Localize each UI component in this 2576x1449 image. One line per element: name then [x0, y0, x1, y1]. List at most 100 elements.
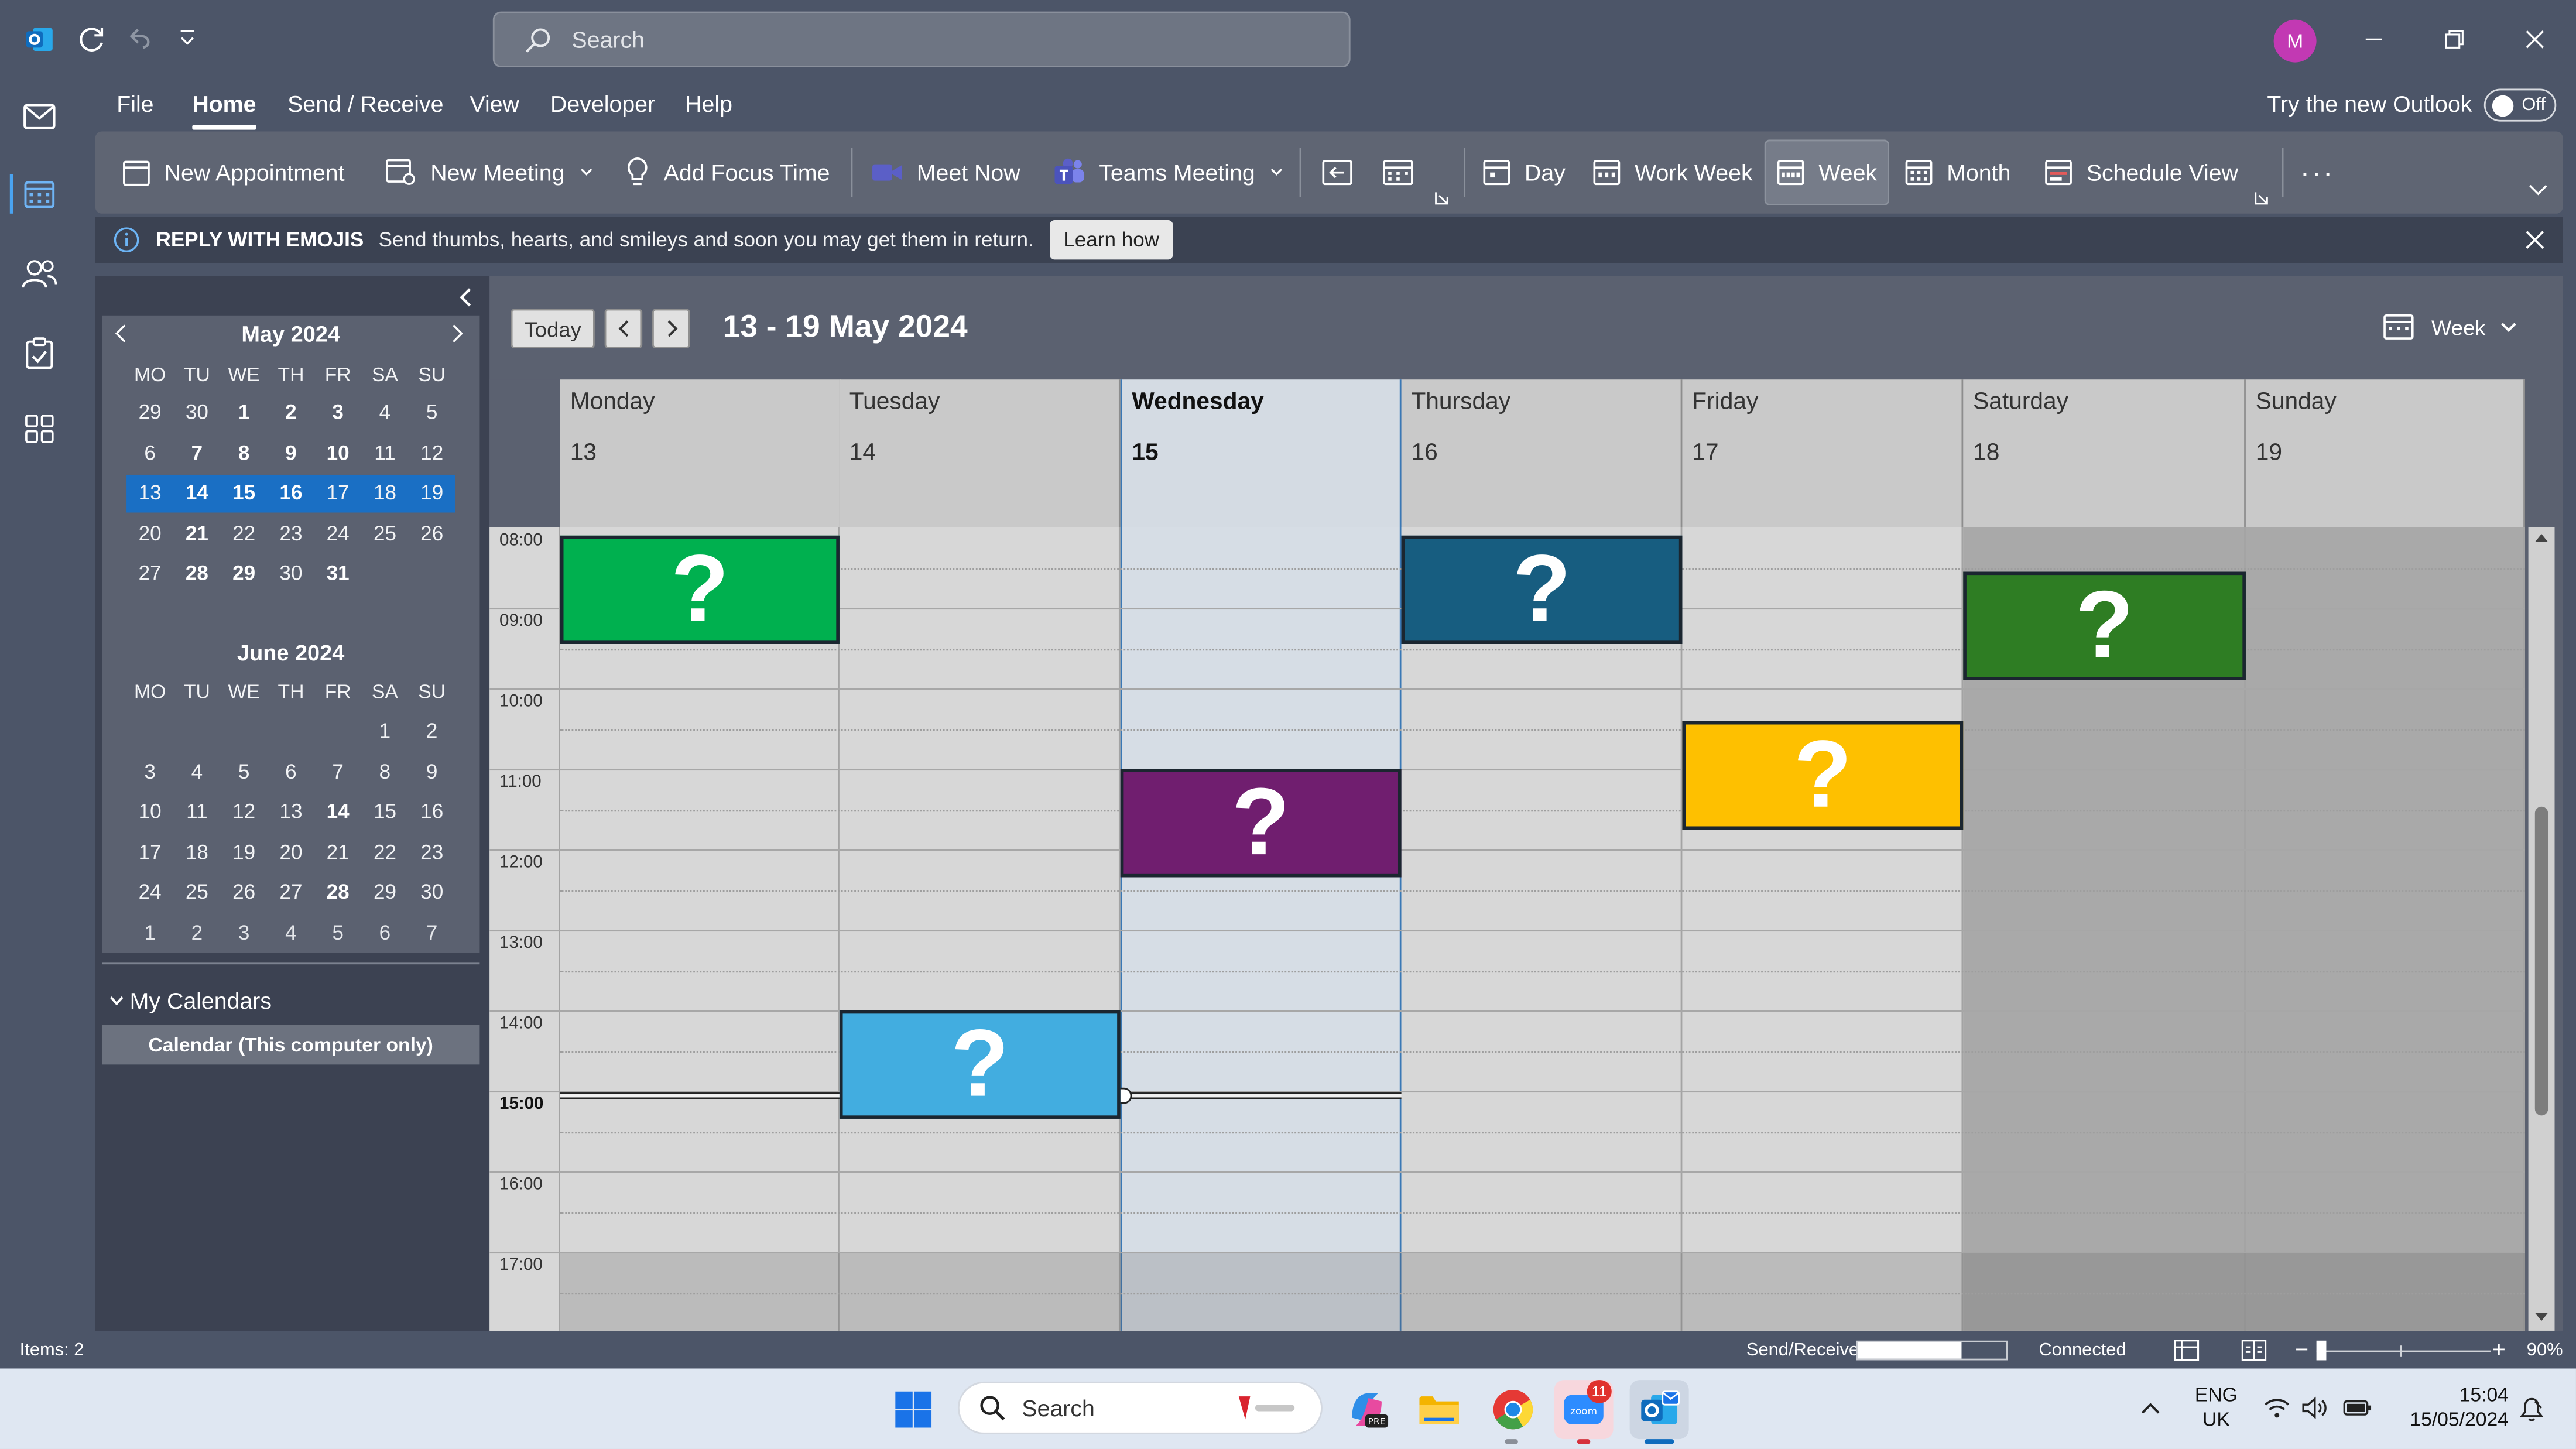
- calendar-day[interactable]: 23: [268, 522, 314, 544]
- calendar-day[interactable]: 18: [173, 840, 220, 863]
- calendar-day[interactable]: 29: [126, 401, 173, 424]
- calendar-day[interactable]: 28: [173, 562, 220, 585]
- calendar-day[interactable]: 25: [361, 522, 408, 544]
- calendar-day[interactable]: 26: [409, 522, 455, 544]
- day-header[interactable]: Sunday 19: [2245, 379, 2525, 527]
- calendar-day[interactable]: 7: [409, 921, 455, 944]
- avatar[interactable]: M: [2273, 19, 2317, 63]
- day-header[interactable]: Thursday 16: [1401, 379, 1683, 527]
- calendar-day[interactable]: 29: [221, 562, 268, 585]
- calendar-day[interactable]: 6: [268, 760, 314, 783]
- calendar-day[interactable]: 29: [361, 881, 408, 903]
- calendar-day[interactable]: 15: [221, 481, 268, 504]
- calendar-day[interactable]: 31: [314, 562, 361, 585]
- scroll-up-icon[interactable]: [2533, 530, 2550, 543]
- view-day-button[interactable]: Day: [1482, 140, 1566, 205]
- tasks-icon[interactable]: [13, 327, 66, 379]
- dialog-launcher-icon[interactable]: [1434, 186, 1449, 205]
- calendar-day[interactable]: 20: [126, 522, 173, 544]
- calendar-day[interactable]: 3: [221, 921, 268, 944]
- apps-icon[interactable]: [13, 402, 66, 455]
- chrome-icon[interactable]: [1484, 1380, 1543, 1439]
- view-schedule-button[interactable]: Schedule View: [2044, 140, 2238, 205]
- calendar-day[interactable]: 16: [409, 800, 455, 823]
- battery-icon[interactable]: [2342, 1396, 2372, 1419]
- reading-view-icon[interactable]: [2241, 1339, 2267, 1362]
- calendar-day[interactable]: 14: [173, 481, 220, 504]
- taskbar-search[interactable]: Search: [957, 1381, 1323, 1434]
- calendar-day[interactable]: 17: [126, 840, 173, 863]
- calendar-day[interactable]: 30: [409, 881, 455, 903]
- calendar-day[interactable]: 4: [268, 921, 314, 944]
- calendar-day[interactable]: 15: [361, 800, 408, 823]
- new-meeting-button[interactable]: New Meeting: [385, 140, 594, 205]
- calendar-day[interactable]: 23: [409, 840, 455, 863]
- volume-icon[interactable]: [2301, 1396, 2328, 1419]
- calendar-day[interactable]: 8: [361, 760, 408, 783]
- menu-developer[interactable]: Developer: [550, 90, 655, 126]
- calendar-event[interactable]: ?: [1963, 571, 2246, 680]
- meet-now-button[interactable]: Meet Now: [871, 140, 1020, 205]
- calendar-event[interactable]: ?: [1120, 769, 1402, 878]
- wifi-icon[interactable]: [2264, 1396, 2290, 1419]
- add-focus-time-button[interactable]: Add Focus Time: [624, 140, 830, 205]
- info-close-icon[interactable]: [2525, 230, 2545, 250]
- scrollbar-thumb[interactable]: [2534, 806, 2548, 1116]
- calendar-icon[interactable]: [13, 167, 66, 220]
- zoom-slider-thumb[interactable]: [2316, 1340, 2327, 1361]
- calendar-day[interactable]: 12: [409, 441, 455, 464]
- new-appointment-button[interactable]: New Appointment: [122, 140, 345, 205]
- menu-view[interactable]: View: [470, 90, 519, 126]
- menu-home[interactable]: Home: [192, 90, 256, 126]
- people-icon[interactable]: [13, 248, 66, 301]
- mail-icon[interactable]: [13, 90, 66, 143]
- view-week-button[interactable]: Week: [1764, 139, 1890, 205]
- calendar-day[interactable]: 19: [221, 840, 268, 863]
- copilot-icon[interactable]: PRE: [1337, 1380, 1396, 1439]
- calendar-day[interactable]: 7: [314, 760, 361, 783]
- calendar-day[interactable]: 13: [126, 481, 173, 504]
- sync-icon[interactable]: [76, 23, 108, 56]
- calendar-event[interactable]: ?: [1401, 535, 1683, 645]
- calendar-day[interactable]: 11: [361, 441, 408, 464]
- calendar-day[interactable]: 1: [126, 921, 173, 944]
- calendar-item-this-computer[interactable]: Calendar (This computer only): [101, 1025, 480, 1065]
- system-clock[interactable]: 15:04 15/05/2024: [2390, 1383, 2509, 1433]
- calendar-day[interactable]: 11: [173, 800, 220, 823]
- calendar-day[interactable]: 28: [314, 881, 361, 903]
- outlook-taskbar-icon[interactable]: [1629, 1380, 1689, 1440]
- normal-view-icon[interactable]: [2173, 1339, 2200, 1362]
- calendar-day[interactable]: 2: [409, 720, 455, 742]
- calendar-day[interactable]: 27: [268, 881, 314, 903]
- calendar-day[interactable]: 5: [409, 401, 455, 424]
- prev-week-button[interactable]: [604, 309, 643, 348]
- zoom-out-icon[interactable]: −: [2295, 1335, 2308, 1362]
- close-button[interactable]: [2502, 13, 2568, 66]
- go-to-today-button[interactable]: [1321, 140, 1354, 205]
- quick-access-dropdown-icon[interactable]: [177, 26, 197, 49]
- calendar-event[interactable]: ?: [839, 1010, 1121, 1119]
- calendar-day[interactable]: 16: [268, 481, 314, 504]
- more-options-button[interactable]: ···: [2300, 140, 2335, 205]
- calendar-day[interactable]: 2: [268, 401, 314, 424]
- menu-help[interactable]: Help: [685, 90, 732, 126]
- calendar-day[interactable]: 3: [314, 401, 361, 424]
- calendar-day[interactable]: 21: [314, 840, 361, 863]
- calendar-event[interactable]: ?: [1682, 720, 1964, 830]
- calendar-day[interactable]: 10: [126, 800, 173, 823]
- calendar-day[interactable]: 30: [173, 401, 220, 424]
- calendar-day[interactable]: 22: [221, 522, 268, 544]
- calendar-day[interactable]: 20: [268, 840, 314, 863]
- undo-icon[interactable]: [125, 23, 157, 56]
- calendar-day[interactable]: 14: [314, 800, 361, 823]
- zoom-slider[interactable]: [2316, 1350, 2491, 1352]
- calendar-day[interactable]: 17: [314, 481, 361, 504]
- calendar-event[interactable]: ?: [560, 535, 840, 645]
- calendar-day[interactable]: 9: [268, 441, 314, 464]
- calendar-day[interactable]: 30: [268, 562, 314, 585]
- windows-start-icon[interactable]: [884, 1380, 943, 1439]
- ribbon-collapse-icon[interactable]: [2527, 181, 2550, 201]
- day-header[interactable]: Friday 17: [1682, 379, 1964, 527]
- calendar-day[interactable]: 27: [126, 562, 173, 585]
- collapse-pane-icon[interactable]: [457, 286, 477, 309]
